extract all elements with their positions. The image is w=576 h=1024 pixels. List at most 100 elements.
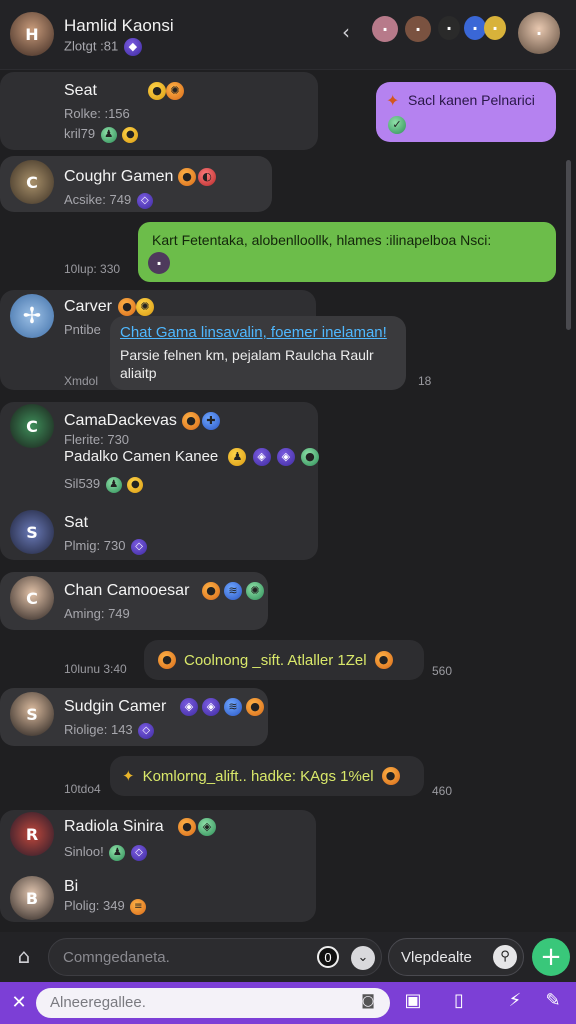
link-text[interactable]: Chat Gama linsavalin, foemer inelaman!: [120, 324, 387, 341]
participant-avatar[interactable]: ·: [484, 16, 506, 40]
sender-name: Radiola Sinira: [64, 818, 164, 835]
search-icon[interactable]: ⚲: [493, 945, 517, 969]
sender-name: Carver: [64, 298, 113, 315]
sender-name: Sudgin Camer: [64, 698, 167, 715]
avatar[interactable]: C: [10, 160, 54, 204]
emoji-icon: ◐: [198, 168, 216, 186]
emoji-icon: ●: [246, 698, 264, 716]
sender-meta: Riolige: 143 ◇: [64, 722, 155, 739]
emoji-icon: ●: [374, 651, 393, 669]
counter-badge: 0: [317, 946, 339, 968]
emoji-icon: ●: [381, 767, 400, 785]
badge-icon: ◇: [131, 844, 147, 861]
badge-icon: ♟: [109, 844, 126, 861]
reply-pill[interactable]: ● Coolnong _sift. Atlaller 1Zel ●: [144, 640, 424, 680]
compose-icon[interactable]: ✎: [540, 990, 566, 1016]
sender-meta: Aming: 749: [64, 606, 130, 621]
compose-input[interactable]: Comngedaneta. 0 ⌄: [48, 938, 382, 976]
avatar[interactable]: C: [10, 404, 54, 448]
participant-avatar[interactable]: ·: [438, 16, 460, 40]
sparkle-icon: ✦: [386, 91, 400, 110]
sender-name: Bi: [64, 878, 79, 895]
chat-header: H Hamlid Kaonsi Zlotgt :81 ◆ ‹ · · · · ·…: [0, 0, 576, 70]
emoji-icon: ◈: [252, 448, 271, 467]
header-avatar[interactable]: H: [10, 12, 54, 56]
emoji-icon: ●: [118, 298, 136, 316]
sender-meta: kril79 ♟ ●: [64, 126, 139, 143]
profile-avatar[interactable]: ·: [518, 12, 560, 54]
add-button[interactable]: +: [532, 938, 570, 976]
avatar[interactable]: R: [10, 812, 54, 856]
quoted-message: Chat Gama linsavalin, foemer inelaman! P…: [110, 316, 406, 390]
participant-avatar[interactable]: ·: [405, 16, 431, 42]
badge-icon: ◇: [138, 722, 155, 739]
message-text: Parsie felnen km, pejalam Raulcha Raulr …: [120, 347, 374, 381]
compose-bar: ⌂ Comngedaneta. 0 ⌄ Vlepdealte ⚲ +: [0, 932, 576, 982]
reply-pill[interactable]: ✦ Komlorng_alift.. hadke: KAgs 1%el ●: [110, 756, 424, 796]
reaction-avatar: ·: [148, 252, 170, 274]
message-text: Kart Fetentaka, alobenlloollk, hlames :i…: [152, 232, 492, 248]
scrollbar[interactable]: [566, 160, 571, 330]
participant-avatar[interactable]: ·: [372, 16, 398, 42]
timestamp: 560: [432, 664, 453, 678]
badge-icon: ●: [122, 126, 139, 143]
back-chevron-icon[interactable]: ‹: [342, 20, 350, 44]
badge-icon: ◆: [123, 38, 142, 56]
avatar[interactable]: S: [10, 692, 54, 736]
camera-icon[interactable]: ◙: [358, 993, 378, 1013]
timestamp: 10lunu 3:40: [64, 662, 127, 676]
sender-meta: Pntibe: [64, 322, 101, 337]
emoji-icon: ≋: [224, 698, 242, 716]
badge-icon: ♟: [105, 476, 122, 493]
secondary-input[interactable]: Vlepdealte ⚲: [388, 938, 524, 976]
emoji-icon: ◈: [202, 698, 220, 716]
magic-wand-icon[interactable]: ⚡: [502, 990, 528, 1016]
badge-icon: ♟: [100, 126, 117, 143]
sender-meta: Plolig: 349 ≡: [64, 898, 147, 915]
emoji-icon: ≋: [224, 582, 242, 600]
participant-avatar[interactable]: ·: [464, 16, 486, 40]
sender-name: Coughr Gamen: [64, 168, 174, 185]
avatar[interactable]: C: [10, 576, 54, 620]
sender-name: Chan Camooesar: [64, 582, 190, 599]
emoji-icon: ●: [148, 82, 166, 100]
emoji-icon: ◈: [180, 698, 198, 716]
badge-icon: ◇: [136, 192, 153, 209]
emoji-icon: ◈: [198, 818, 216, 836]
timestamp: Xmdol: [64, 374, 99, 388]
badge-icon: ●: [127, 476, 144, 493]
book-icon[interactable]: ▯: [446, 990, 472, 1016]
sender-meta: Sinloo! ♟ ◇: [64, 844, 147, 861]
sender-meta: Acsike: 749 ◇: [64, 192, 153, 209]
sender-name: CamaDackevas: [64, 412, 177, 429]
outgoing-message: Kart Fetentaka, alobenlloollk, hlames :i…: [138, 222, 556, 282]
avatar[interactable]: S: [10, 510, 54, 554]
emoji-icon: ✺: [166, 82, 184, 100]
reaction-icon[interactable]: ✓: [388, 116, 406, 134]
emoji-icon: ✚: [202, 412, 220, 430]
sender-meta: Rolke: :156: [64, 106, 130, 121]
sender-meta: Plmig: 730 ◇: [64, 538, 148, 555]
bottom-input[interactable]: Alneeregallee. ◙: [36, 988, 390, 1018]
timestamp: 18: [418, 374, 432, 388]
close-icon[interactable]: ✕: [8, 992, 30, 1014]
avatar[interactable]: ✢: [10, 294, 54, 338]
secondary-input-label: Vlepdealte: [401, 949, 472, 966]
sender-meta: Sil539 ♟ ●: [64, 476, 144, 493]
sparkle-icon: ✦: [122, 767, 135, 785]
sender-name: Sat: [64, 514, 89, 531]
bottom-input-placeholder: Alneeregallee.: [50, 994, 146, 1011]
emoji-icon: ✺: [246, 582, 264, 600]
home-icon[interactable]: ⌂: [12, 944, 36, 968]
emoji-icon: ●: [202, 582, 220, 600]
badge-icon: ◇: [131, 538, 148, 555]
timestamp: 10lup: 330: [64, 262, 121, 276]
timestamp: 460: [432, 784, 453, 798]
sender-name: Seat: [64, 82, 97, 99]
header-subtitle: Zlotgt :81 ◆: [64, 38, 142, 56]
chevron-down-icon[interactable]: ⌄: [351, 946, 375, 970]
avatar[interactable]: B: [10, 876, 54, 920]
message-text: Sacl kanen Pelnarici: [408, 92, 535, 108]
sticker-icon[interactable]: ▣: [400, 990, 426, 1016]
bottom-toolbar: ✕ Alneeregallee. ◙ ▣ ▯ ⚡ ✎: [0, 982, 576, 1024]
